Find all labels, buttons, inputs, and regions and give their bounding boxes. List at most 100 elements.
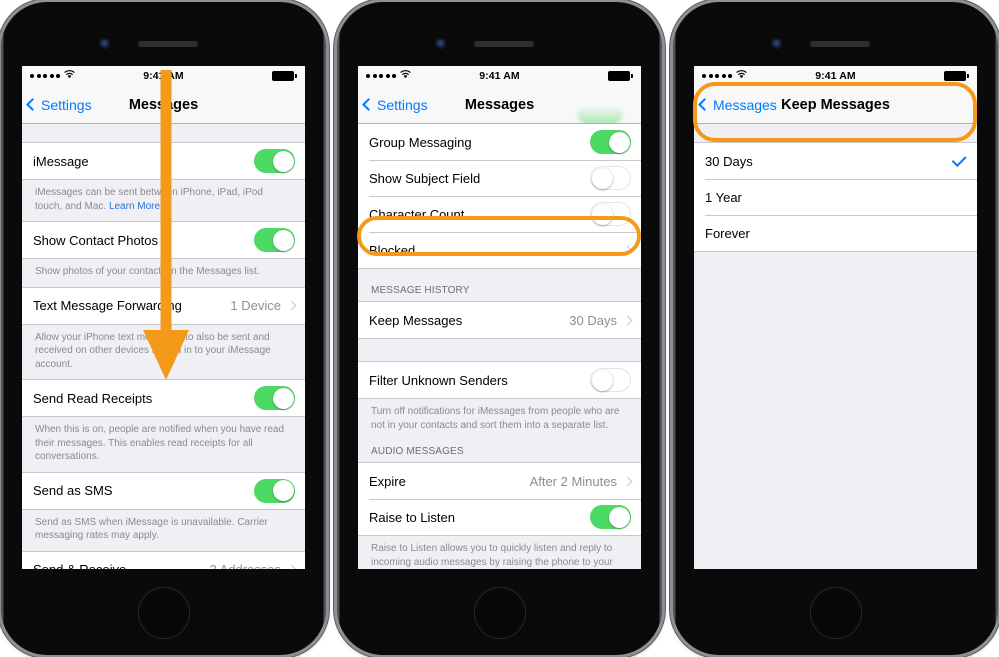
back-button[interactable]: Messages [694,97,777,113]
earpiece-speaker-icon [473,41,534,47]
screenshot-stage: 9:41 AM Settings Messages iMessage iMess… [0,0,999,657]
screen-1: 9:41 AM Settings Messages iMessage iMess… [22,66,305,569]
row-label: Blocked [369,242,416,258]
toggle-raise-to-listen[interactable] [590,505,631,529]
toggle-send-read-receipts[interactable] [254,386,295,410]
section-text-message-forwarding: Text Message Forwarding 1 Device [22,286,305,325]
row-group-messaging[interactable]: Group Messaging [358,124,641,160]
row-label: Send & Receive [33,562,126,569]
footnote-imessage: iMessages can be sent between iPhone, iP… [22,180,305,221]
checkmark-icon [951,152,967,168]
row-option-forever[interactable]: Forever [694,215,977,251]
row-label: Send Read Receipts [33,390,153,406]
home-button[interactable] [809,587,862,639]
status-bar: 9:41 AM [694,66,977,86]
row-send-as-sms[interactable]: Send as SMS [22,472,305,509]
iphone-device-2: 9:41 AM Settings Messages Group Messagin… [337,2,662,655]
toggle-filter-unknown-senders[interactable] [590,368,631,392]
settings-list-2[interactable]: Group Messaging Show Subject Field Chara… [358,124,641,569]
screen-3: 9:41 AM Messages Keep Messages 30 Days 1… [694,66,977,569]
section-group-messaging: Group Messaging Show Subject Field Chara… [358,124,641,269]
home-button[interactable] [137,587,190,639]
chevron-right-icon [622,315,633,325]
empty-list-area [694,252,977,569]
chevron-right-icon [286,300,297,311]
front-camera-icon [771,39,781,48]
footnote-send-as-sms: Send as SMS when iMessage is unavailable… [22,509,305,551]
iphone-device-3: 9:41 AM Messages Keep Messages 30 Days 1… [673,2,998,655]
section-header-message-history: MESSAGE HISTORY [358,269,641,301]
section-header-audio-messages: AUDIO MESSAGES [358,440,641,462]
row-value: 30 Days [569,312,617,328]
learn-more-link[interactable]: Learn More... [109,201,168,212]
footnote-text-message-forwarding: Allow your iPhone text messages to also … [22,324,305,379]
earpiece-speaker-icon [137,41,198,47]
footnote-contact-photos: Show photos of your contacts in the Mess… [22,259,305,287]
keep-messages-options-list[interactable]: 30 Days 1 Year Forever [694,124,977,569]
status-bar-clock: 9:41 AM [815,70,856,82]
back-button[interactable]: Settings [358,97,428,113]
back-button-label: Settings [41,96,92,113]
row-raise-to-listen[interactable]: Raise to Listen [358,499,641,535]
row-show-subject-field[interactable]: Show Subject Field [358,160,641,196]
toggle-imessage[interactable] [254,149,295,173]
toggle-send-as-sms[interactable] [254,478,295,503]
back-button-label: Settings [377,96,428,113]
back-button-label: Messages [713,96,777,113]
row-label: Text Message Forwarding [33,298,182,313]
chevron-right-icon [286,564,297,569]
earpiece-speaker-icon [809,41,870,47]
row-keep-messages[interactable]: Keep Messages 30 Days [358,302,641,338]
toggle-group-messaging[interactable] [590,130,631,154]
row-label: Forever [705,225,750,241]
navigation-bar: Settings Messages [22,86,305,124]
row-character-count[interactable]: Character Count [358,196,641,232]
section-message-history: Keep Messages 30 Days [358,301,641,339]
row-label: Keep Messages [369,312,463,328]
section-audio-messages: Expire After 2 Minutes Raise to Listen [358,462,641,536]
row-label: Show Subject Field [369,170,481,186]
row-expire[interactable]: Expire After 2 Minutes [358,463,641,499]
row-label: 30 Days [705,153,753,169]
row-label: Filter Unknown Senders [369,372,508,388]
chevron-left-icon [362,98,375,111]
row-label: Send as SMS [33,483,113,498]
row-blocked[interactable]: Blocked [358,232,641,268]
row-label: Raise to Listen [369,509,455,525]
status-bar-clock: 9:41 AM [143,70,184,82]
iphone-device-1: 9:41 AM Settings Messages iMessage iMess… [1,2,326,655]
settings-list-1[interactable]: iMessage iMessages can be sent between i… [22,124,305,569]
front-camera-icon [435,39,445,48]
section-imessage: iMessage [22,142,305,180]
status-bar: 9:41 AM [358,66,641,86]
toggle-show-subject-field[interactable] [590,166,631,190]
row-imessage[interactable]: iMessage [22,143,305,179]
row-filter-unknown-senders[interactable]: Filter Unknown Senders [358,362,641,398]
section-contact-photos: Show Contact Photos [22,221,305,259]
row-option-30-days[interactable]: 30 Days [694,143,977,179]
chevron-left-icon [26,98,39,111]
row-label: Show Contact Photos [33,232,159,248]
chevron-right-icon [622,476,633,486]
back-button[interactable]: Settings [22,97,92,113]
row-send-and-receive[interactable]: Send & Receive 2 Addresses [22,551,305,569]
section-spacer [694,124,977,142]
row-option-1-year[interactable]: 1 Year [694,179,977,215]
home-button[interactable] [473,587,526,639]
toggle-show-contact-photos[interactable] [254,228,295,252]
chevron-left-icon [698,98,711,111]
status-bar-clock: 9:41 AM [479,70,520,82]
section-keep-messages-options: 30 Days 1 Year Forever [694,142,977,252]
section-send-receive: Send & Receive 2 Addresses [22,550,305,569]
chevron-right-icon [622,245,633,255]
row-text-message-forwarding[interactable]: Text Message Forwarding 1 Device [22,287,305,324]
section-filter-unknown-senders: Filter Unknown Senders [358,361,641,399]
section-send-read-receipts: Send Read Receipts [22,379,305,417]
row-show-contact-photos[interactable]: Show Contact Photos [22,222,305,258]
navigation-bar: Messages Keep Messages [694,86,977,124]
section-spacer [22,124,305,142]
row-label: Expire [369,473,406,489]
row-label: Character Count [369,206,465,222]
toggle-character-count[interactable] [590,202,631,226]
row-send-read-receipts[interactable]: Send Read Receipts [22,380,305,416]
